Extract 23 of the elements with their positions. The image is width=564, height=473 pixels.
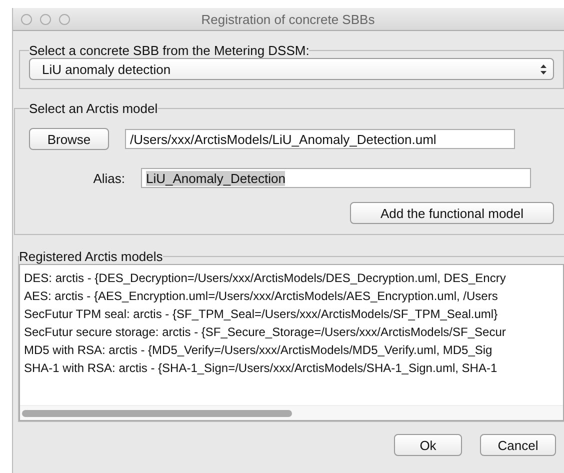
add-model-button[interactable]: Add the functional model	[350, 202, 554, 224]
dropdown[interactable]: LiU anomaly detection	[29, 58, 554, 80]
list-item[interactable]: DES: arctis - {DES_Decryption=/Users/xxx/ArctisModels/DES_Decryption.uml, DES_Encry	[24, 269, 506, 287]
list-item[interactable]: SecFutur secure storage: arctis - {SF_Secure_Storage=/Users/xxx/ArctisModels/SF_Secur	[24, 323, 506, 341]
alias-label: Alias:	[92, 170, 125, 186]
list-item[interactable]: AES: arctis - {AES_Encryption.uml=/Users/xxx/ArctisModels/AES_Encryption.uml, /Users	[24, 287, 498, 305]
up-down-arrows-icon	[540, 64, 547, 74]
list-item[interactable]: SecFutur TPM seal: arctis - {SF_TPM_Seal=/Users/xxx/ArctisModels/SF_TPM_Seal.uml}	[24, 305, 498, 323]
window-title: Registration of concrete SBBs	[200, 12, 376, 26]
browse-button[interactable]: Browse	[29, 128, 109, 150]
path-field[interactable]: /Users/xxx/ArctisModels/LiU_Anomaly_Detection.uml	[125, 129, 515, 149]
close-button[interactable]	[21, 14, 32, 24]
minimize-button[interactable]	[40, 14, 51, 24]
dialog-button[interactable]: Ok	[394, 434, 462, 456]
list-item[interactable]: MD5 with RSA: arctis - {MD5_Verify=/Users/xxx/ArctisModels/MD5_Verify.uml, MD5_Sig	[24, 341, 492, 359]
group-title: Registered Arctis models	[19, 249, 163, 264]
dialog-button[interactable]: Cancel	[480, 434, 556, 456]
group-title: Select a concrete SBB from the Metering DSSM:	[29, 43, 310, 58]
group-title: Select an Arctis model	[29, 101, 158, 116]
horizontal-scrollbar[interactable]	[20, 405, 563, 420]
alias-field[interactable]: LiU_Anomaly_Detection	[141, 168, 531, 188]
zoom-button[interactable]	[59, 14, 70, 24]
list-item[interactable]: SHA-1 with RSA: arctis - {SHA-1_Sign=/Users/xxx/ArctisModels/SHA-1_Sign.uml, SHA-1	[24, 359, 498, 377]
